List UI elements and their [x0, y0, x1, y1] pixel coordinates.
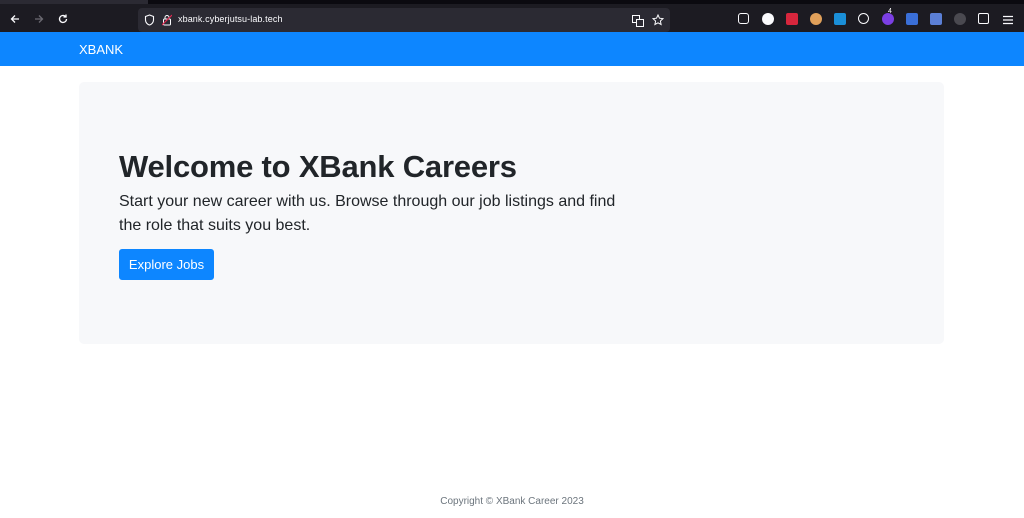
extension-s-icon[interactable]: [834, 13, 846, 25]
extension-avatar-icon[interactable]: [810, 13, 822, 25]
address-bar[interactable]: xbank.cyberjutsu-lab.tech: [138, 8, 670, 32]
extension-l-icon[interactable]: [762, 13, 774, 25]
extension-red-icon[interactable]: [786, 13, 798, 25]
reload-icon[interactable]: [54, 10, 72, 28]
url-text[interactable]: xbank.cyberjutsu-lab.tech: [178, 14, 283, 24]
brand-link[interactable]: XBANK: [79, 42, 123, 57]
hero-lead-text: Start your new career with us. Browse th…: [119, 193, 616, 234]
extension-badge: 4: [888, 8, 892, 15]
pocket-icon[interactable]: [738, 13, 749, 24]
tab-strip: [0, 0, 148, 4]
extensions-puzzle-icon[interactable]: [978, 13, 989, 24]
translate-icon[interactable]: [632, 14, 644, 32]
lock-icon[interactable]: [161, 13, 173, 31]
tracking-shield-icon[interactable]: [144, 13, 155, 31]
back-arrow-icon[interactable]: [6, 10, 24, 28]
star-icon[interactable]: [651, 13, 665, 31]
extension-translate-icon[interactable]: [906, 13, 918, 25]
hamburger-menu-icon[interactable]: [1002, 13, 1014, 31]
page-title: Welcome to XBank Careers: [119, 149, 517, 184]
hero-section: Welcome to XBank Careers Start your new …: [79, 82, 944, 344]
cookie-icon[interactable]: [858, 13, 869, 24]
extension-blue-icon[interactable]: [930, 13, 942, 25]
browser-toolbar: xbank.cyberjutsu-lab.tech 4: [0, 0, 1024, 32]
footer-copyright: Copyright © XBank Career 2023: [440, 496, 584, 507]
explore-jobs-button[interactable]: Explore Jobs: [119, 249, 214, 280]
site-navbar: XBANK: [0, 32, 1024, 66]
extension-grey-icon[interactable]: [954, 13, 966, 25]
forward-arrow-icon[interactable]: [30, 10, 48, 28]
